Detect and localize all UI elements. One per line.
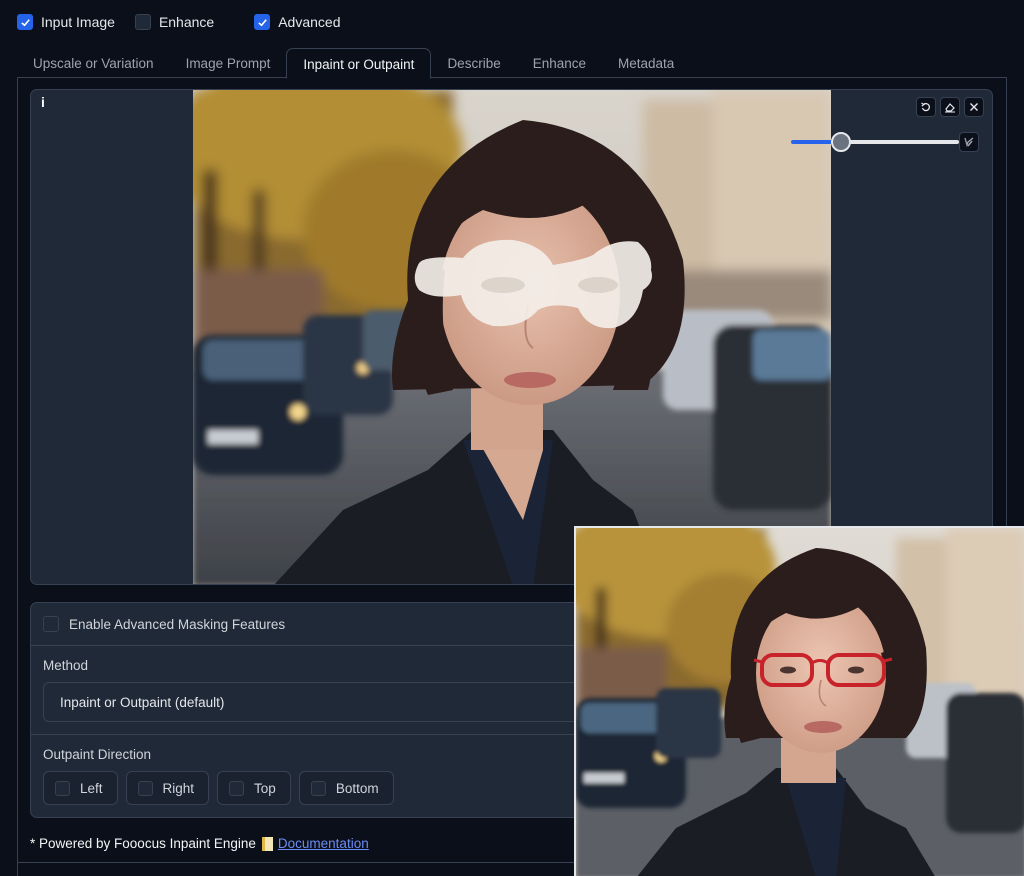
checkbox-unchecked[interactable] (43, 616, 59, 632)
checkbox-checked[interactable] (254, 14, 271, 30)
slider-thumb[interactable] (831, 132, 852, 152)
outpaint-top-checkbox[interactable]: Top (217, 771, 291, 805)
document-icon (261, 836, 273, 851)
close-icon (970, 103, 978, 111)
documentation-link[interactable]: Documentation (278, 836, 369, 851)
bottom-label: Bottom (335, 780, 379, 796)
checkbox-unchecked[interactable] (134, 14, 151, 30)
left-label: Left (80, 780, 103, 796)
brush-color-icon (964, 137, 974, 148)
outpaint-bottom-checkbox[interactable]: Bottom (298, 771, 394, 805)
checkbox-unchecked[interactable] (137, 780, 153, 796)
checkmark-icon (258, 18, 267, 26)
result-image (574, 526, 1024, 876)
editor-toolbar (916, 97, 984, 117)
tab-metadata[interactable]: Metadata (602, 48, 690, 78)
clear-button[interactable] (964, 97, 984, 117)
editor-label: i (41, 94, 45, 110)
top-label: Top (254, 780, 276, 796)
checkbox-checked[interactable] (17, 14, 33, 30)
input-image-checkbox[interactable]: Input Image (17, 14, 115, 30)
outpaint-left-checkbox[interactable]: Left (43, 771, 118, 805)
advanced-masking-label: Enable Advanced Masking Features (69, 616, 286, 632)
brush-size-control (791, 130, 987, 152)
tab-bar: Upscale or Variation Image Prompt Inpain… (17, 48, 1007, 79)
enhance-checkbox[interactable]: Enhance (134, 14, 215, 30)
result-portrait-image (576, 528, 1024, 876)
advanced-checkbox[interactable]: Advanced (254, 14, 341, 30)
enhance-label: Enhance (158, 14, 215, 30)
eraser-button[interactable] (940, 97, 960, 117)
tab-upscale-or-variation[interactable]: Upscale or Variation (17, 48, 170, 78)
undo-button[interactable] (916, 97, 936, 117)
input-image-canvas[interactable] (193, 90, 831, 584)
tab-image-prompt[interactable]: Image Prompt (170, 48, 287, 78)
input-image-label: Input Image (41, 14, 115, 30)
checkbox-unchecked[interactable] (310, 780, 326, 796)
brush-size-slider[interactable] (791, 132, 959, 152)
top-options-row: Input Image Enhance Advanced (17, 12, 363, 32)
right-label: Right (162, 780, 195, 796)
checkbox-unchecked[interactable] (55, 780, 70, 796)
portrait-image (193, 90, 831, 584)
advanced-label: Advanced (278, 14, 341, 30)
tab-inpaint-or-outpaint[interactable]: Inpaint or Outpaint (286, 48, 432, 79)
outpaint-right-checkbox[interactable]: Right (125, 771, 210, 805)
brush-color-button[interactable] (959, 132, 979, 152)
tab-describe[interactable]: Describe (431, 48, 516, 78)
checkbox-unchecked[interactable] (229, 780, 245, 796)
tab-enhance[interactable]: Enhance (517, 48, 602, 78)
undo-icon (921, 102, 930, 112)
checkmark-icon (20, 18, 30, 26)
footer-note: * Powered by Fooocus Inpaint Engine Docu… (30, 836, 369, 851)
method-selected-value: Inpaint or Outpaint (default) (60, 694, 225, 710)
eraser-icon (945, 103, 955, 113)
inpaint-image-editor[interactable]: i (30, 89, 993, 585)
powered-by-text: * Powered by Fooocus Inpaint Engine (30, 836, 256, 851)
